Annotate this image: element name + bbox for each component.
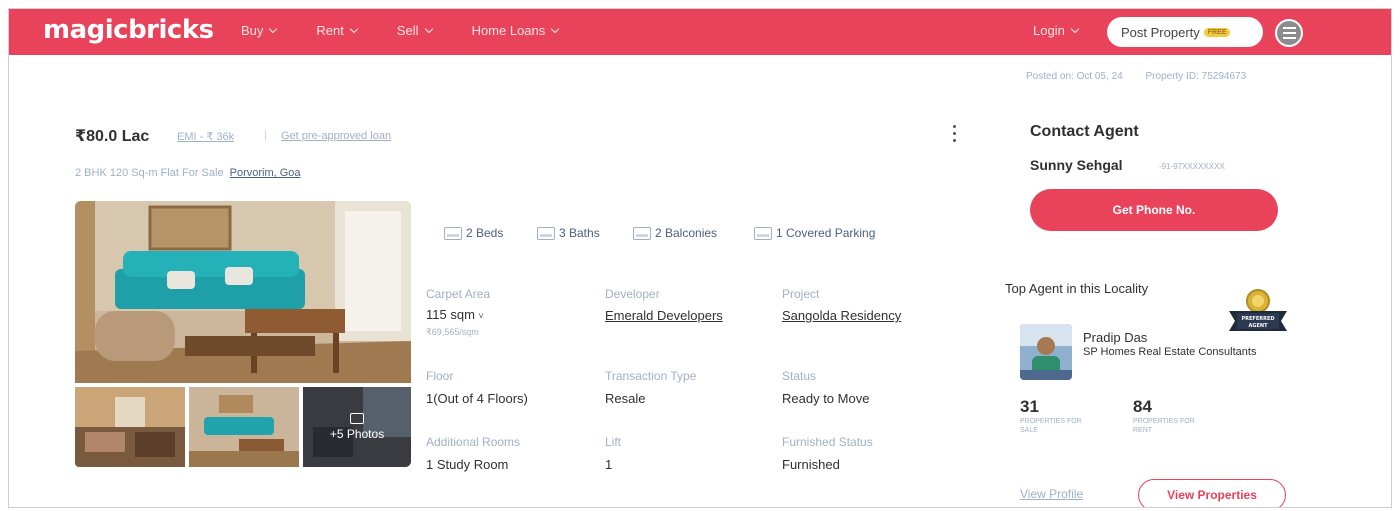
developer-label: Developer (605, 287, 660, 301)
amenity-baths: 3 Baths (537, 226, 600, 240)
preferred-agent-badge-graphic: PREFERRED AGENT (1229, 289, 1287, 331)
thumbnail-2[interactable] (189, 387, 299, 467)
balcony-icon (633, 226, 651, 240)
amenity-parking-label: 1 Covered Parking (776, 226, 876, 240)
listing-subtitle: 2 BHK 120 Sq-m Flat For Sale Porvorim, G… (75, 167, 301, 179)
agent-phone-masked: -91-97XXXXXXXX (1159, 162, 1225, 171)
project-link[interactable]: Sangolda Residency (782, 308, 901, 323)
posted-meta: Posted on: Oct 05, 24 Property ID: 75294… (1026, 71, 1266, 82)
nav-buy-label: Buy (241, 23, 264, 38)
top-navbar: magicbricks Buy Rent Sell Home Loans Log… (9, 9, 1391, 55)
status-label: Status (782, 369, 817, 383)
chevron-down-icon (424, 24, 433, 34)
sofa-thumbnail-image (189, 387, 299, 467)
emi-link[interactable]: EMI - ₹ 36k (177, 130, 234, 143)
properties-for-sale-count: 31 (1020, 397, 1039, 416)
main-nav: Buy Rent Sell Home Loans (241, 23, 598, 38)
amenity-baths-label: 3 Baths (559, 226, 600, 240)
carpet-area-rate: ₹69,565/sqm (426, 327, 479, 337)
free-badge: FREE (1203, 27, 1231, 37)
price-separator: | (264, 127, 268, 141)
floor-value: 1(Out of 4 Floors) (426, 391, 528, 406)
lift-label: Lift (605, 435, 622, 449)
more-photos-label: +5 Photos (329, 427, 385, 441)
nav-sell[interactable]: Sell (396, 23, 433, 38)
project-label: Project (782, 287, 820, 301)
nav-sell-label: Sell (396, 23, 419, 38)
developer-link[interactable]: Emerald Developers (605, 308, 723, 323)
get-phone-button[interactable]: Get Phone No. (1030, 189, 1278, 231)
agent-photo (1020, 324, 1072, 380)
more-photos-thumbnail[interactable]: +5 Photos (303, 387, 411, 467)
thumbnail-1[interactable] (75, 387, 185, 467)
amenity-beds-label: 2 Beds (466, 226, 504, 240)
status-value: Ready to Move (782, 391, 870, 406)
amenity-beds: 2 Beds (444, 226, 503, 240)
chevron-down-icon[interactable]: ˅ (479, 311, 484, 321)
main-photo[interactable] (75, 201, 411, 383)
furnished-status-label: Furnished Status (782, 435, 873, 449)
lift-value: 1 (605, 457, 613, 472)
room-thumbnail-image (75, 387, 185, 467)
agent-name: Sunny Sehgal (1030, 157, 1123, 173)
additional-rooms-value: 1 Study Room (426, 457, 509, 472)
amenity-parking: 1 Covered Parking (754, 226, 875, 240)
magicbricks-logo[interactable]: magicbricks (43, 15, 214, 45)
page-frame: magicbricks Buy Rent Sell Home Loans Log… (8, 8, 1392, 508)
gallery-icon (350, 413, 364, 424)
bed-icon (444, 226, 462, 240)
properties-for-rent-count: 84 (1133, 397, 1152, 416)
listing-title: 2 BHK 120 Sq-m Flat For Sale (75, 167, 224, 179)
top-agent-name[interactable]: Pradip Das (1083, 330, 1147, 345)
parking-icon (754, 226, 772, 240)
contact-agent-title: Contact Agent (1030, 123, 1139, 140)
chevron-down-icon (349, 24, 359, 34)
preapproved-loan-link[interactable]: Get pre-approved loan (281, 130, 391, 142)
bath-icon (537, 226, 555, 240)
chevron-down-icon (269, 24, 278, 34)
listing-price: ₹80.0 Lac (75, 128, 150, 145)
login-button[interactable]: Login (1033, 23, 1080, 38)
carpet-area-text: 115 sqm (426, 307, 475, 322)
floor-label: Floor (426, 369, 454, 383)
transaction-type-value: Resale (605, 391, 646, 406)
more-options-icon[interactable] (953, 125, 956, 142)
posted-on: Posted on: Oct 05, 24 (1026, 71, 1123, 82)
properties-for-rent-label: PROPERTIES FOR RENT (1133, 418, 1195, 434)
nav-home-loans[interactable]: Home Loans (471, 23, 560, 38)
view-profile-link[interactable]: View Profile (1020, 487, 1083, 501)
login-label: Login (1033, 23, 1065, 38)
amenity-balconies: 2 Balconies (633, 226, 717, 240)
agent-avatar[interactable] (1020, 324, 1072, 380)
properties-for-sale-label: PROPERTIES FOR SALE (1020, 418, 1082, 434)
transaction-type-label: Transaction Type (605, 369, 697, 383)
carpet-area-label: Carpet Area (426, 287, 491, 301)
nav-rent[interactable]: Rent (316, 23, 359, 38)
post-property-label: Post Property (1121, 24, 1200, 40)
top-agent-firm: SP Homes Real Estate Consultants (1083, 346, 1257, 358)
amenity-balconies-label: 2 Balconies (655, 226, 718, 240)
nav-home-loans-label: Home Loans (471, 23, 546, 38)
nav-rent-label: Rent (316, 23, 344, 38)
top-agent-label: Top Agent in this Locality (1005, 281, 1149, 296)
property-id: Property ID: 75294673 (1145, 71, 1247, 82)
badge-text-agent: AGENT (1249, 323, 1269, 329)
chevron-down-icon (551, 24, 560, 34)
post-property-button[interactable]: Post Property FREE (1107, 17, 1263, 47)
photos-overlay: +5 Photos (303, 387, 411, 467)
view-properties-button[interactable]: View Properties (1138, 479, 1286, 507)
chevron-down-icon (1070, 24, 1080, 34)
preferred-agent-badge-icon: PREFERRED AGENT (1227, 287, 1289, 345)
carpet-area-value: 115 sqm ˅ (426, 307, 484, 322)
locality-link[interactable]: Porvorim, Goa (230, 167, 301, 179)
furnished-status-value: Furnished (782, 457, 840, 472)
living-room-image (75, 201, 411, 383)
nav-buy[interactable]: Buy (241, 23, 278, 38)
badge-text-preferred: PREFERRED (1241, 316, 1274, 322)
hamburger-menu-icon[interactable] (1275, 19, 1303, 47)
additional-rooms-label: Additional Rooms (426, 435, 521, 449)
